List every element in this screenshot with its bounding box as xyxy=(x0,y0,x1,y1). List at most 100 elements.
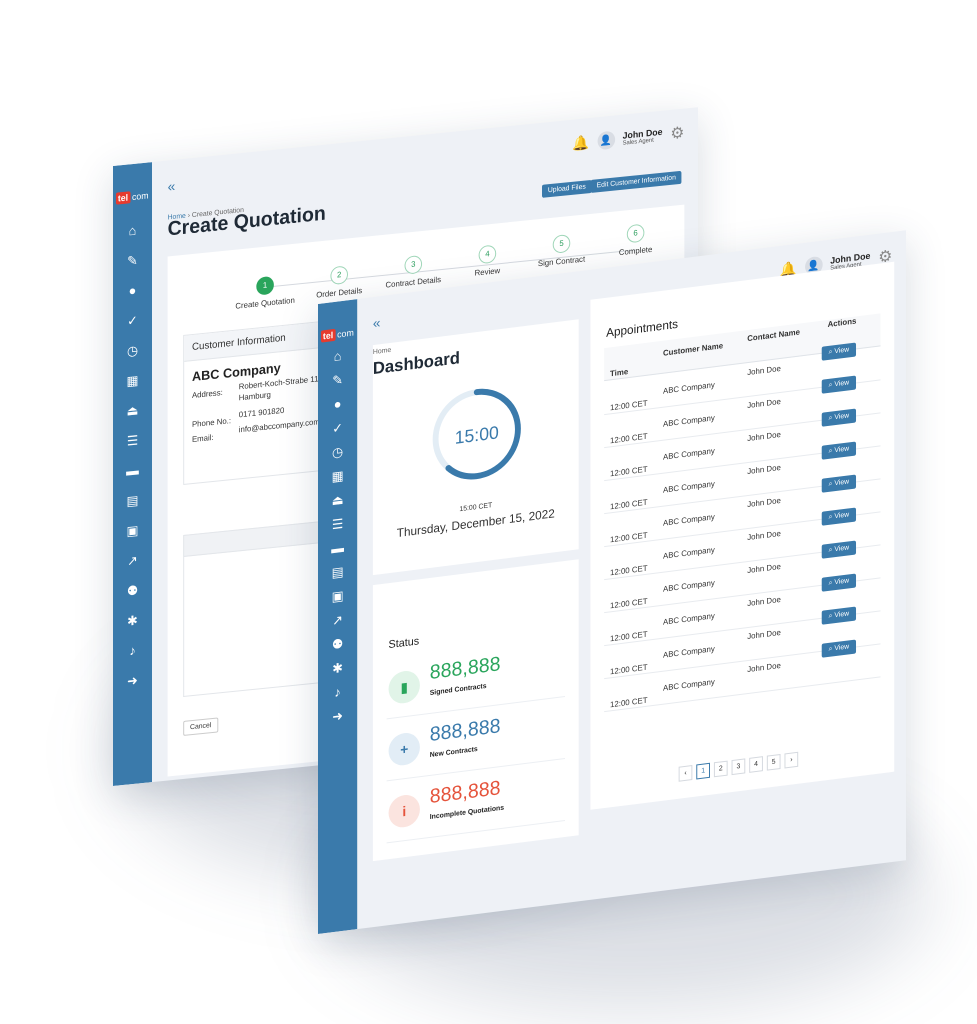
nav-home-icon[interactable]: ⌂ xyxy=(113,222,152,240)
nav-calendar-icon[interactable]: ▦ xyxy=(318,467,357,486)
view-button[interactable]: ⌕ View xyxy=(821,507,856,526)
step-label: Review xyxy=(474,266,501,278)
step-label: Sign Contract xyxy=(537,254,586,269)
step-number: 3 xyxy=(404,254,423,275)
view-button[interactable]: ⌕ View xyxy=(821,441,856,460)
nav-user-icon[interactable]: ● xyxy=(113,282,152,300)
step-2[interactable]: 2 Order Details xyxy=(300,262,378,301)
appointments-title: Appointments xyxy=(606,316,679,340)
status-label: Signed Contracts xyxy=(429,682,487,697)
view-label: View xyxy=(834,544,850,554)
collapse-sidebar-icon[interactable]: « xyxy=(373,314,381,331)
nav-list-icon[interactable]: ☰ xyxy=(318,515,357,534)
step-3[interactable]: 3 Contract Details xyxy=(374,252,452,291)
document-icon: ▮ xyxy=(388,669,420,706)
step-number: 6 xyxy=(626,223,645,244)
step-label: Complete xyxy=(618,244,653,258)
settings-gear-icon[interactable]: ⚙ xyxy=(670,123,684,144)
view-label: View xyxy=(834,478,850,488)
view-label: View xyxy=(834,511,850,521)
cell-customer: ABC Company xyxy=(662,380,715,396)
status-value: 888,888 xyxy=(429,653,501,684)
clock-ring: 15:00 xyxy=(432,388,521,480)
pagination-next[interactable]: › xyxy=(784,751,799,769)
breadcrumb-home[interactable]: Home xyxy=(373,347,391,356)
nav-users-icon[interactable]: ⚉ xyxy=(318,635,357,654)
header-actions: Actions xyxy=(827,316,857,330)
nav-edit-icon[interactable]: ✎ xyxy=(113,252,152,270)
nav-settings-icon[interactable]: ✱ xyxy=(318,659,357,678)
nav-eject-icon[interactable]: ⏏ xyxy=(113,402,152,420)
cell-contact: John Doe xyxy=(747,627,781,642)
nav-user-clock-icon[interactable]: ◷ xyxy=(113,342,152,360)
nav-book-icon[interactable]: ▤ xyxy=(113,492,152,510)
cell-contact: John Doe xyxy=(747,528,781,543)
step-1[interactable]: 1 Create Quotation xyxy=(226,273,304,312)
cell-customer: ABC Company xyxy=(662,413,715,429)
address-line2: Hamburg xyxy=(238,390,271,403)
nav-bell-icon[interactable]: ♪ xyxy=(318,683,357,702)
nav-calendar-icon[interactable]: ▦ xyxy=(113,372,152,390)
info-icon: i xyxy=(388,793,420,830)
avatar[interactable]: 👤 xyxy=(597,130,615,151)
nav-edit-icon[interactable]: ✎ xyxy=(318,371,357,390)
nav-eject-icon[interactable]: ⏏ xyxy=(318,491,357,510)
step-number: 4 xyxy=(478,244,497,265)
phone-label: Phone No.: xyxy=(191,416,232,430)
view-button[interactable]: ⌕ View xyxy=(821,342,856,361)
pagination-page-1[interactable]: 1 xyxy=(696,762,710,780)
nav-users-icon[interactable]: ⚉ xyxy=(113,582,152,600)
cell-customer: ABC Company xyxy=(662,479,715,495)
collapse-sidebar-icon[interactable]: « xyxy=(168,178,176,195)
nav-chart-icon[interactable]: ↗ xyxy=(113,552,152,570)
nav-contact-icon[interactable]: ▣ xyxy=(113,522,152,540)
pagination-page-4[interactable]: 4 xyxy=(749,756,763,773)
step-4[interactable]: 4 Review xyxy=(448,241,526,280)
nav-user-clock-icon[interactable]: ◷ xyxy=(318,443,357,462)
pagination-page-2[interactable]: 2 xyxy=(713,760,728,778)
appointments-card: Appointments Time Customer Name Contact … xyxy=(590,261,895,810)
view-label: View xyxy=(834,577,850,587)
view-button[interactable]: ⌕ View xyxy=(821,474,856,493)
view-button[interactable]: ⌕ View xyxy=(821,375,856,394)
cell-contact: John Doe xyxy=(747,561,781,576)
step-number: 5 xyxy=(552,234,571,254)
header-time: Time xyxy=(610,367,629,379)
nav-user-check-icon[interactable]: ✓ xyxy=(318,419,357,438)
nav-user-icon[interactable]: ● xyxy=(318,395,357,414)
nav-chart-icon[interactable]: ↗ xyxy=(318,611,357,630)
nav-contact-icon[interactable]: ▣ xyxy=(318,587,357,606)
nav-folder-icon[interactable]: ▬ xyxy=(318,539,357,558)
pagination-prev[interactable]: ‹ xyxy=(678,765,693,782)
cell-contact: John Doe xyxy=(747,396,781,411)
edit-customer-information-button[interactable]: Edit Customer Information xyxy=(590,170,682,193)
nav-bell-icon[interactable]: ♪ xyxy=(113,642,152,660)
nav-folder-icon[interactable]: ▬ xyxy=(113,462,152,480)
pagination-page-5[interactable]: 5 xyxy=(766,753,781,771)
nav-logout-icon[interactable]: ➜ xyxy=(113,672,152,690)
nav-user-check-icon[interactable]: ✓ xyxy=(113,312,152,330)
cell-customer: ABC Company xyxy=(662,644,715,660)
view-button[interactable]: ⌕ View xyxy=(821,639,856,658)
view-button[interactable]: ⌕ View xyxy=(821,573,856,592)
status-label: New Contracts xyxy=(429,745,478,759)
nav-home-icon[interactable]: ⌂ xyxy=(318,347,357,366)
view-button[interactable]: ⌕ View xyxy=(821,408,856,427)
view-button[interactable]: ⌕ View xyxy=(821,540,856,559)
view-label: View xyxy=(834,412,850,422)
view-label: View xyxy=(834,610,850,620)
step-6[interactable]: 6 Complete xyxy=(597,221,675,260)
view-button[interactable]: ⌕ View xyxy=(821,606,856,625)
nav-logout-icon[interactable]: ➜ xyxy=(318,707,357,726)
cell-customer: ABC Company xyxy=(662,512,715,528)
pagination-page-3[interactable]: 3 xyxy=(731,758,746,776)
address-label: Address: xyxy=(191,387,223,401)
notification-bell-icon[interactable]: 🔔 xyxy=(572,134,589,153)
nav-book-icon[interactable]: ▤ xyxy=(318,563,357,582)
cancel-button[interactable]: Cancel xyxy=(183,717,219,736)
nav-list-icon[interactable]: ☰ xyxy=(113,432,152,450)
upload-files-button[interactable]: Upload Files xyxy=(542,179,592,198)
user-info[interactable]: John Doe Sales Agent xyxy=(623,127,663,147)
step-5[interactable]: 5 Sign Contract xyxy=(523,231,601,270)
nav-settings-icon[interactable]: ✱ xyxy=(113,612,152,630)
